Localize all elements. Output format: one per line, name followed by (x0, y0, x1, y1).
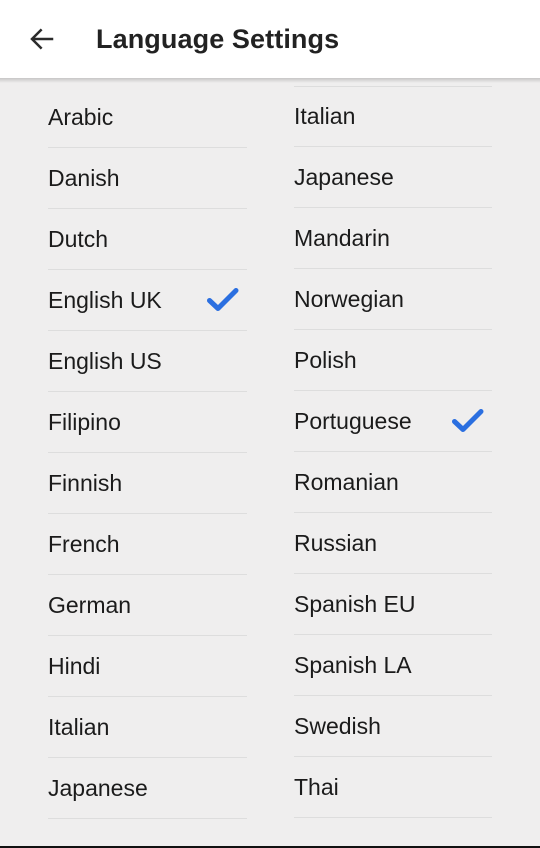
language-row[interactable]: Japanese (48, 758, 247, 819)
language-row[interactable]: Dutch (48, 209, 247, 270)
page-title: Language Settings (96, 23, 340, 54)
language-list-container: Arabic Danish Dutch English UK English US Fil… (0, 78, 540, 848)
language-row[interactable]: Danish (48, 148, 247, 209)
language-label: Spanish EU (294, 590, 416, 617)
language-row[interactable]: Portuguese (294, 391, 492, 452)
language-label: German (48, 591, 132, 618)
arrow-left-icon (27, 24, 57, 54)
check-icon (446, 406, 490, 436)
language-row[interactable]: German (48, 575, 247, 636)
language-row[interactable]: Swedish (294, 696, 492, 757)
language-column-left: Arabic Danish Dutch English UK English US Fil… (0, 78, 270, 848)
language-label: Mandarin (294, 224, 390, 251)
language-label: English US (48, 347, 162, 374)
language-label: Polish (294, 346, 357, 373)
language-row[interactable]: Thai (294, 757, 492, 818)
language-row[interactable]: Arabic (48, 87, 247, 148)
language-label: Finnish (48, 469, 123, 496)
language-label: Italian (294, 103, 356, 129)
language-label: Norwegian (294, 285, 404, 312)
app-bar: Language Settings (0, 0, 540, 83)
language-row[interactable]: Mandarin (294, 208, 492, 269)
language-row[interactable]: English UK (48, 270, 247, 331)
language-label: Dutch (48, 225, 109, 252)
language-label: Italian (48, 713, 110, 740)
language-label: Japanese (294, 163, 394, 190)
language-row[interactable]: Japanese (294, 147, 492, 208)
language-row[interactable]: Polish (294, 330, 492, 391)
language-row[interactable]: Spanish EU (294, 574, 492, 635)
language-row[interactable]: English US (48, 331, 247, 392)
language-row[interactable]: French (48, 514, 247, 575)
language-row[interactable]: Russian (294, 513, 492, 574)
language-row[interactable]: Italian (294, 86, 492, 147)
language-label: Spanish LA (294, 651, 412, 678)
language-label: Portuguese (294, 407, 412, 434)
language-row[interactable]: Hindi (48, 636, 247, 697)
language-label: Romanian (294, 468, 399, 495)
language-columns: Arabic Danish Dutch English UK English US Fil… (0, 78, 540, 848)
language-label: Russian (294, 529, 378, 556)
back-button[interactable] (14, 11, 70, 67)
language-label: English UK (48, 286, 162, 313)
language-row[interactable]: Spanish LA (294, 635, 492, 696)
language-label: Hindi (48, 652, 101, 679)
language-row[interactable]: Filipino (48, 392, 247, 453)
language-label: Arabic (48, 103, 114, 130)
language-row[interactable]: Norwegian (294, 269, 492, 330)
language-label: French (48, 530, 120, 557)
language-row[interactable]: Italian (48, 697, 247, 758)
language-label: Filipino (48, 408, 121, 435)
language-row[interactable]: Romanian (294, 452, 492, 513)
language-label: Japanese (48, 774, 148, 801)
check-icon (201, 285, 245, 315)
language-row[interactable]: Finnish (48, 453, 247, 514)
language-column-right: Italian Japanese Mandarin Norwegian Polish Po… (270, 78, 540, 848)
language-label: Thai (294, 773, 339, 800)
language-label: Danish (48, 164, 120, 191)
language-label: Swedish (294, 712, 381, 739)
